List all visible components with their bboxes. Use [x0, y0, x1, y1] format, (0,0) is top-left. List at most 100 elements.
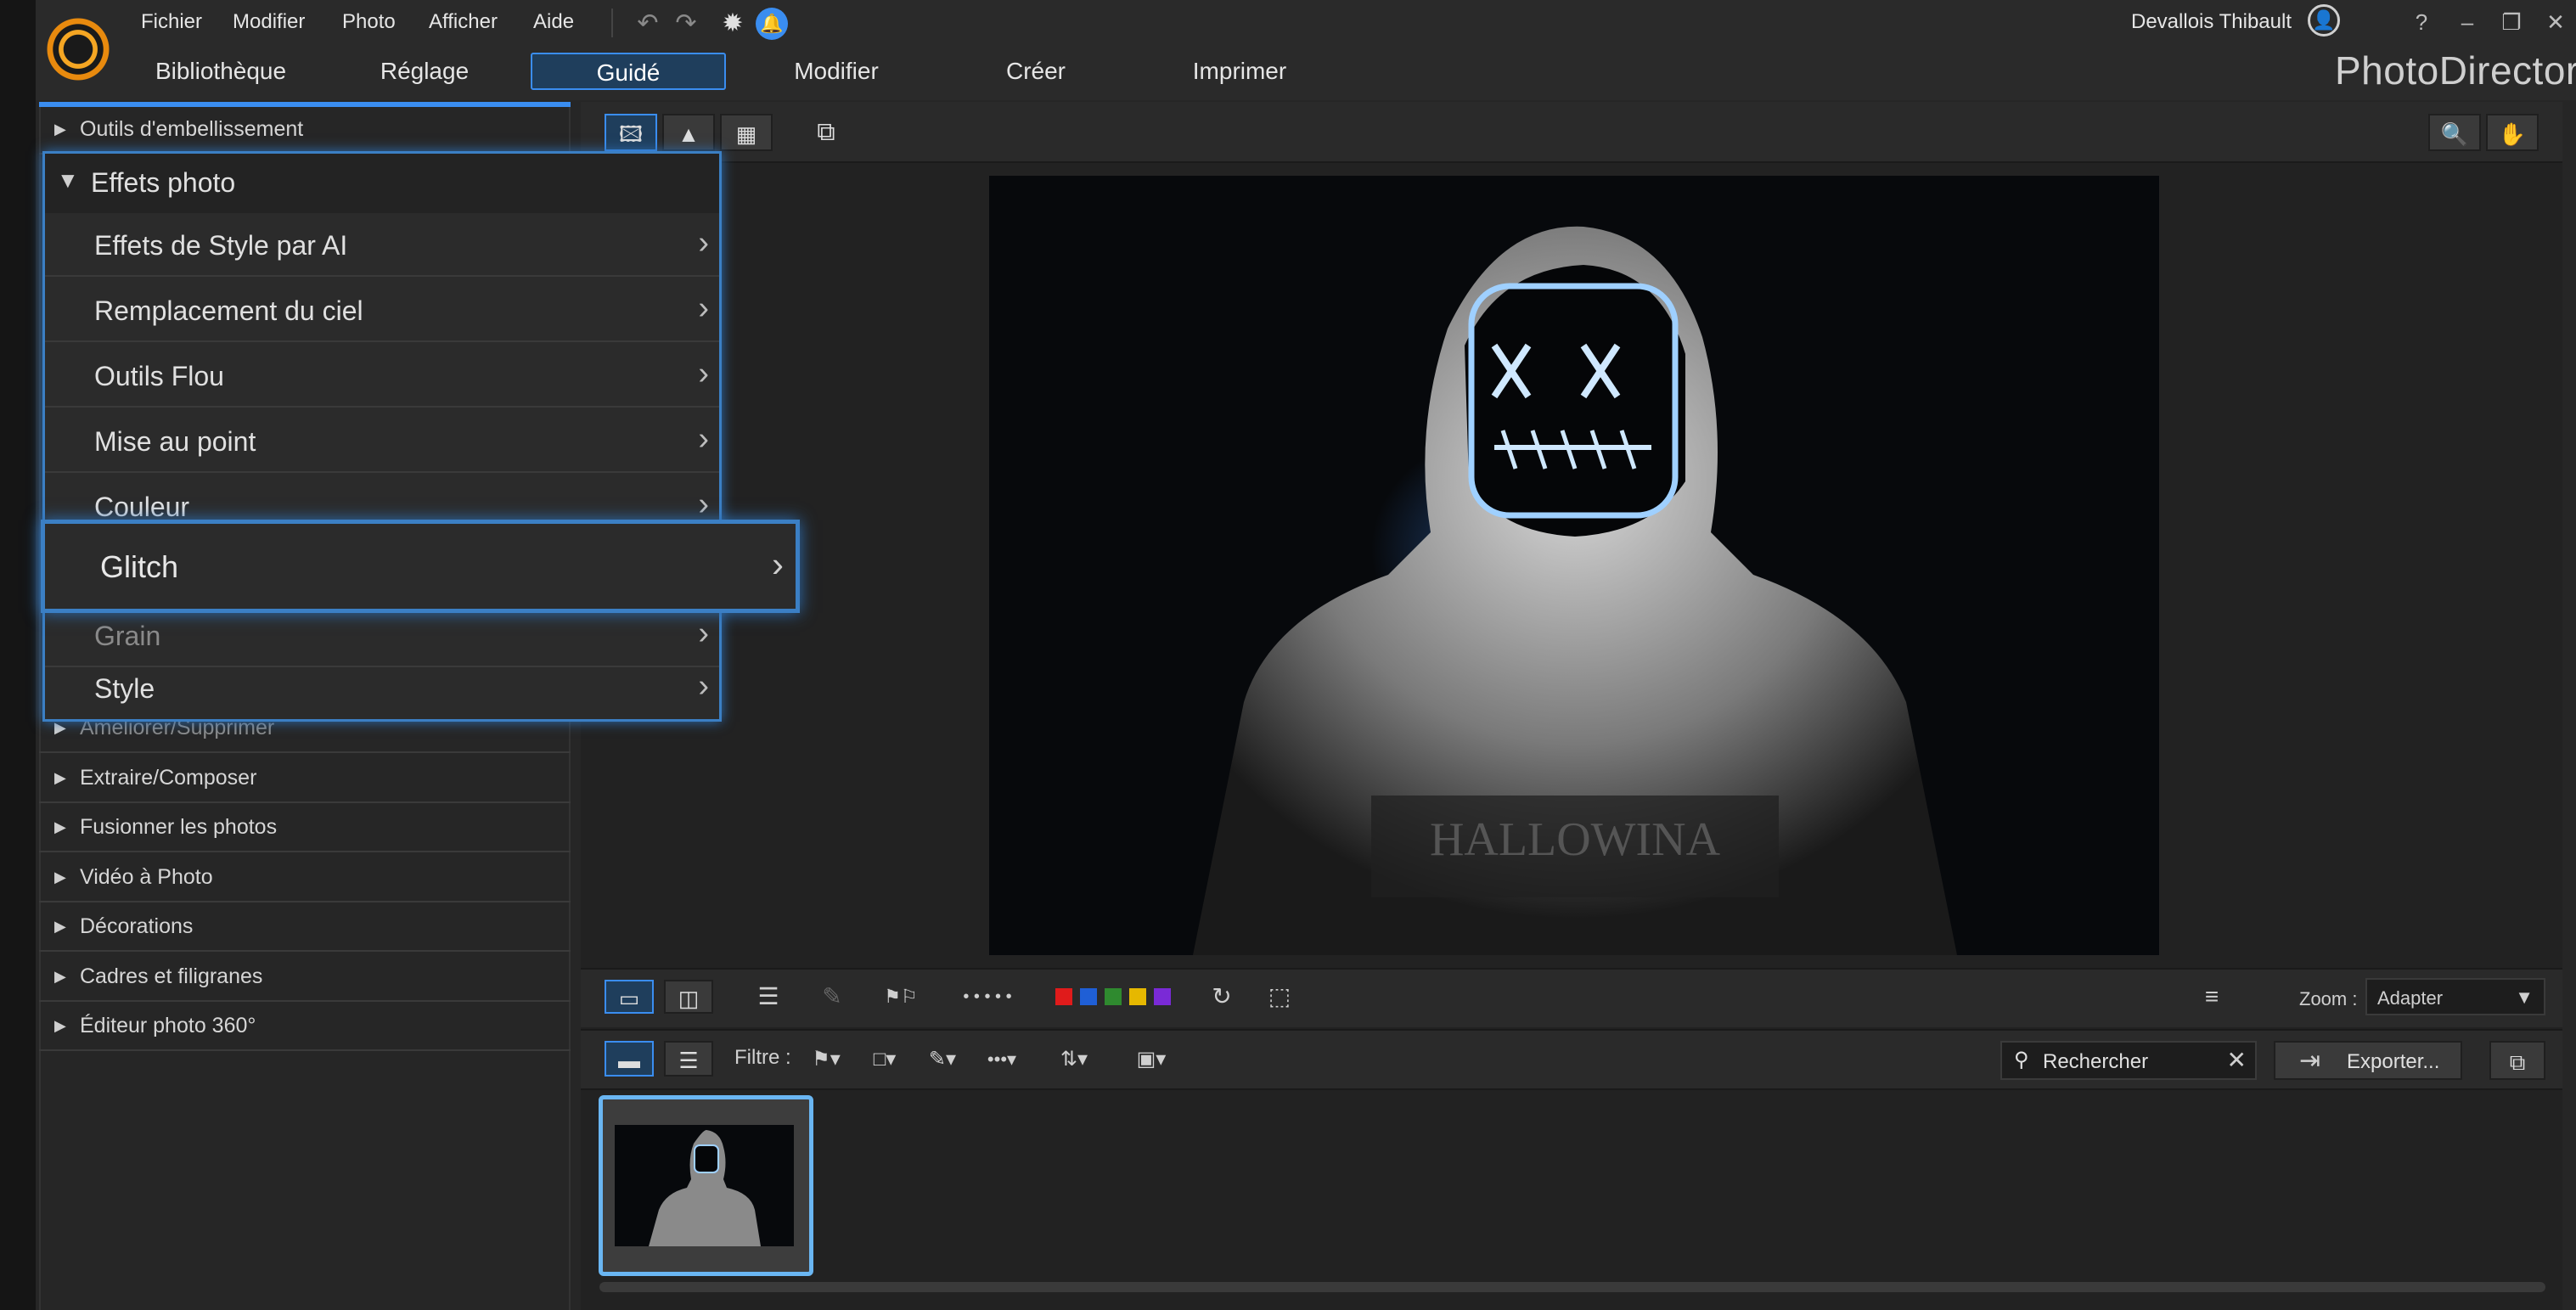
app-logo-icon[interactable]	[44, 15, 112, 83]
expand-arrow-icon: ▶	[54, 1017, 66, 1034]
effets-photo-popup: ▼ Effets photo Effets de Style par AI › …	[42, 151, 722, 722]
filter-rating-dropdown[interactable]: •••▾	[972, 1043, 1032, 1077]
user-name[interactable]: Devallois Thibault	[2131, 10, 2292, 34]
sort-order-dropdown[interactable]: ⇅▾	[1046, 1043, 1102, 1077]
zoom-value: Adapter	[2377, 987, 2444, 1009]
tab-reglage[interactable]: Réglage	[340, 53, 509, 90]
notification-bell-icon[interactable]: 🔔	[756, 8, 788, 40]
shirt-print: HALLOWINA	[1430, 813, 1721, 866]
list-view-button[interactable]: ☰	[664, 1041, 713, 1077]
minimize-icon[interactable]: –	[2450, 7, 2484, 37]
search-input[interactable]: ⚲ Rechercher ✕	[2000, 1041, 2257, 1080]
menu-photo[interactable]: Photo	[342, 10, 396, 34]
label-green[interactable]	[1105, 988, 1122, 1005]
panel-item-label: Outils d'embellissement	[80, 117, 304, 141]
tab-bibliotheque[interactable]: Bibliothèque	[136, 53, 306, 90]
sort-icon[interactable]: ≡	[2191, 980, 2233, 1014]
popup-item-glitch[interactable]: Glitch ›	[41, 520, 800, 613]
tab-creer[interactable]: Créer	[951, 53, 1121, 90]
tab-guide[interactable]: Guidé	[531, 53, 726, 90]
panel-item-extraire[interactable]: ▶ Extraire/Composer	[39, 754, 571, 803]
rating-dots[interactable]: • • • • •	[941, 980, 1034, 1014]
single-view-button[interactable]: ▲	[662, 114, 715, 151]
clear-search-icon[interactable]: ✕	[2227, 1046, 2247, 1074]
expand-arrow-icon: ▶	[54, 121, 66, 138]
popup-title: Effets photo	[91, 167, 236, 198]
expand-arrow-icon: ▶	[54, 869, 66, 886]
filmstrip-scrollbar[interactable]	[599, 1282, 2545, 1292]
filmstrip-view-button[interactable]: ▬	[605, 1041, 654, 1077]
filter-edit-dropdown[interactable]: ✎▾	[917, 1043, 968, 1077]
popup-item-label: Mise au point	[94, 426, 256, 457]
undo-icon[interactable]: ↶	[633, 8, 663, 39]
single-display-button[interactable]: ▭	[605, 980, 654, 1014]
glitch-label: Glitch	[100, 549, 179, 584]
filter-label: Filtre :	[734, 1046, 791, 1069]
panel-item-label: Fusionner les photos	[80, 815, 278, 839]
filter-label-dropdown[interactable]: □▾	[859, 1043, 910, 1077]
menu-divider	[611, 8, 613, 37]
menu-afficher[interactable]: Afficher	[429, 10, 498, 34]
export-icon: ⇥	[2299, 1047, 2321, 1075]
panel-item-video-photo[interactable]: ▶ Vidéo à Photo	[39, 853, 571, 902]
open-external-button[interactable]: ⧉	[2489, 1041, 2545, 1080]
filter-flag-dropdown[interactable]: ⚑▾	[798, 1043, 854, 1077]
panel-item-editeur-360[interactable]: ▶ Éditeur photo 360°	[39, 1002, 571, 1051]
label-red[interactable]	[1055, 988, 1072, 1005]
panel-item-outils-embellissement[interactable]: ▶ Outils d'embellissement	[39, 105, 571, 155]
label-purple[interactable]	[1154, 988, 1171, 1005]
popup-item-style-ai[interactable]: Effets de Style par AI ›	[45, 213, 719, 277]
panel-item-label: Éditeur photo 360°	[80, 1014, 256, 1037]
expand-arrow-icon: ▶	[54, 968, 66, 985]
menu-modifier[interactable]: Modifier	[233, 10, 305, 34]
tab-imprimer[interactable]: Imprimer	[1155, 53, 1325, 90]
popup-item-mise-au-point[interactable]: Mise au point ›	[45, 409, 719, 473]
settings-gear-icon[interactable]: ✹	[717, 8, 748, 39]
label-yellow[interactable]	[1129, 988, 1146, 1005]
chevron-right-icon: ›	[698, 616, 709, 651]
redo-icon[interactable]: ↷	[671, 8, 701, 39]
chevron-right-icon: ›	[698, 421, 709, 457]
panel-item-label: Décorations	[80, 914, 194, 938]
panel-item-fusionner[interactable]: ▶ Fusionner les photos	[39, 803, 571, 852]
brand-name: PhotoDirector	[2335, 48, 2576, 93]
menu-fichier[interactable]: Fichier	[141, 10, 202, 34]
chevron-right-icon: ›	[698, 668, 709, 704]
left-gutter	[0, 0, 36, 1310]
expand-arrow-icon: ▶	[54, 719, 66, 736]
compare-display-button[interactable]: ◫	[664, 980, 713, 1014]
flag-icon[interactable]: ⚑⚐	[880, 980, 922, 1014]
pan-hand-button[interactable]: ✋	[2486, 114, 2539, 151]
compare-screen-icon[interactable]: ⧉	[807, 114, 846, 151]
crop-display-icon[interactable]: ⬚	[1258, 980, 1301, 1014]
panel-item-cadres[interactable]: ▶ Cadres et filigranes	[39, 953, 571, 1002]
panel-item-decorations[interactable]: ▶ Décorations	[39, 902, 571, 952]
help-icon[interactable]: ?	[2404, 7, 2438, 37]
grid-view-button[interactable]: ▦	[720, 114, 773, 151]
rotate-icon[interactable]: ↻	[1201, 980, 1243, 1014]
thumbnail-illustration	[615, 1125, 794, 1246]
zoom-select[interactable]: Adapter ▼	[2365, 978, 2545, 1015]
browse-view-button[interactable]: 🖾	[605, 114, 657, 151]
chevron-right-icon: ›	[698, 225, 709, 261]
popup-item-label: Effets de Style par AI	[94, 230, 348, 261]
zoom-tool-button[interactable]: 🔍	[2428, 114, 2481, 151]
tab-modifier[interactable]: Modifier	[751, 53, 921, 90]
filmstrip	[581, 1092, 2562, 1310]
popup-header[interactable]: ▼ Effets photo	[45, 154, 719, 213]
stack-dropdown[interactable]: ▣▾	[1128, 1043, 1175, 1077]
popup-item-ciel[interactable]: Remplacement du ciel ›	[45, 278, 719, 342]
close-icon[interactable]: ✕	[2539, 7, 2573, 37]
photo-illustration: HALLOWINA	[989, 176, 2159, 955]
restore-icon[interactable]: ❐	[2494, 7, 2528, 37]
user-account-icon[interactable]: 👤	[2308, 4, 2340, 37]
export-button[interactable]: ⇥ Exporter...	[2274, 1041, 2462, 1080]
popup-item-flou[interactable]: Outils Flou ›	[45, 344, 719, 408]
search-placeholder: Rechercher	[2043, 1050, 2149, 1073]
panel-item-label: Extraire/Composer	[80, 766, 257, 790]
chevron-right-icon: ›	[698, 290, 709, 326]
menu-aide[interactable]: Aide	[533, 10, 574, 34]
history-icon[interactable]: ☰	[747, 980, 790, 1014]
label-blue[interactable]	[1080, 988, 1097, 1005]
popup-item-style[interactable]: Style ›	[45, 656, 719, 720]
